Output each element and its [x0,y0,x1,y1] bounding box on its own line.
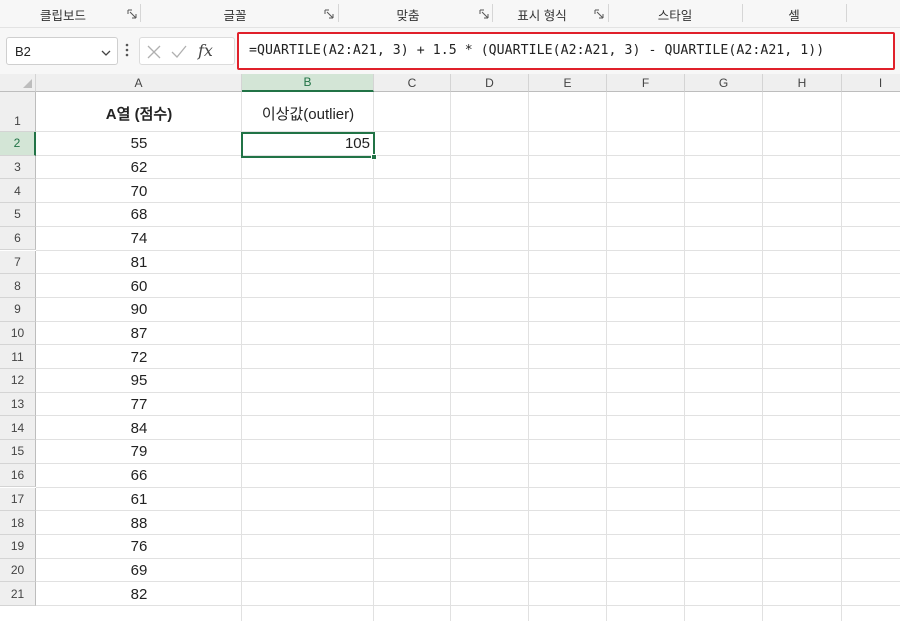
column-header-c[interactable]: C [374,74,451,92]
cell-a15[interactable]: 79 [36,440,242,464]
cell-a9[interactable]: 90 [36,298,242,322]
row-header-17[interactable]: 17 [0,487,36,512]
cell-a17[interactable]: 61 [36,488,242,512]
ribbon-group-styles: 스타일 [608,0,742,28]
cell-a10[interactable]: 87 [36,322,242,346]
ribbon-group-label: 셀 [788,8,800,23]
column-header-h[interactable]: H [763,74,842,92]
ribbon-group-clipboard: 클립보드 [0,0,126,28]
number-format-launcher-icon[interactable] [594,9,604,19]
column-header-g[interactable]: G [685,74,763,92]
row-header-19[interactable]: 19 [0,534,36,559]
formula-bar: B2 fx =QUARTILE(A2:A21, 3) + 1.5 * (QUAR… [0,28,900,76]
cell-a19[interactable]: 76 [36,535,242,559]
row-header-21[interactable]: 21 [0,582,36,606]
ribbon-group-label: 클립보드 [39,8,86,23]
name-box-value: B2 [15,44,31,59]
ribbon-group-number-format: 표시 형식 [492,0,592,28]
cell-a5[interactable]: 68 [36,203,242,227]
row-header-7[interactable]: 7 [0,250,36,275]
row-header-12[interactable]: 12 [0,369,36,393]
row-header-4[interactable]: 4 [0,179,36,204]
ribbon-group-label: 표시 형식 [517,8,567,23]
cell-b1[interactable]: 이상값(outlier) [242,92,374,132]
ribbon-group-alignment: 맞춤 [338,0,478,28]
row-header-16[interactable]: 16 [0,463,36,488]
ribbon-group-font: 글꼴 [140,0,330,28]
cell-a11[interactable]: 72 [36,345,242,369]
fill-handle[interactable] [371,154,377,160]
column-header-e[interactable]: E [529,74,607,92]
cell-a16[interactable]: 66 [36,464,242,488]
cell-a1[interactable]: A열 (점수) [36,92,242,132]
column-header-d[interactable]: D [451,74,529,92]
row-header-6[interactable]: 6 [0,226,36,251]
selected-cell-border [241,132,375,158]
row-header-20[interactable]: 20 [0,558,36,583]
formula-text: =QUARTILE(A2:A21, 3) + 1.5 * (QUARTILE(A… [249,43,825,58]
row-header-14[interactable]: 14 [0,416,36,441]
select-all-corner[interactable] [0,74,36,92]
cell-a12[interactable]: 95 [36,369,242,393]
row-header-13[interactable]: 13 [0,392,36,417]
cell-a8[interactable]: 60 [36,274,242,298]
alignment-launcher-icon[interactable] [479,9,489,19]
cell-a4[interactable]: 70 [36,179,242,203]
row-header-15[interactable]: 15 [0,440,36,464]
enter-check-icon[interactable] [170,43,188,61]
row-header-9[interactable]: 9 [0,297,36,322]
ribbon-group-label: 스타일 [657,8,693,23]
row-header-8[interactable]: 8 [0,274,36,298]
column-header-b[interactable]: B [242,74,374,92]
insert-function-icon[interactable]: fx [198,41,213,60]
ribbon-group-cells: 셀 [742,0,846,28]
name-box[interactable]: B2 [6,37,118,65]
ribbon-group-label: 맞춤 [396,8,420,23]
cell-a7[interactable]: 81 [36,251,242,275]
row-header-5[interactable]: 5 [0,203,36,227]
column-header-f[interactable]: F [607,74,685,92]
cell-a20[interactable]: 69 [36,559,242,583]
more-options-icon[interactable] [124,42,130,58]
row-header-10[interactable]: 10 [0,321,36,346]
font-launcher-icon[interactable] [324,9,334,19]
row-header-2[interactable]: 2 [0,132,36,156]
worksheet-grid[interactable]: ABCDEFGHI 1 2 3 4 5 6 7 8 9 10 11 12 13 14 15 16 17 18 19 2… [0,74,900,621]
cell-a3[interactable]: 62 [36,156,242,180]
cell-a18[interactable]: 88 [36,511,242,535]
chevron-down-icon[interactable] [100,46,112,58]
cell-a14[interactable]: 84 [36,416,242,440]
cell-a2[interactable]: 55 [36,132,242,156]
cell-a6[interactable]: 74 [36,227,242,251]
row-header-3[interactable]: 3 [0,155,36,180]
cancel-icon[interactable] [145,43,163,61]
formula-input[interactable]: =QUARTILE(A2:A21, 3) + 1.5 * (QUARTILE(A… [237,32,895,70]
cell-a13[interactable]: 77 [36,393,242,417]
ribbon-group-label: 글꼴 [223,8,247,23]
formula-buttons: fx [139,37,235,65]
row-header-1[interactable]: 1 [0,92,36,132]
row-header-18[interactable]: 18 [0,511,36,535]
clipboard-launcher-icon[interactable] [127,9,137,19]
column-header-i[interactable]: I [842,74,900,92]
cell-a21[interactable]: 82 [36,582,242,606]
row-header-11[interactable]: 11 [0,345,36,369]
column-header-a[interactable]: A [36,74,242,92]
ribbon-group-bar: 클립보드 글꼴 맞춤 표시 형식 스타일 셀 [0,0,900,28]
